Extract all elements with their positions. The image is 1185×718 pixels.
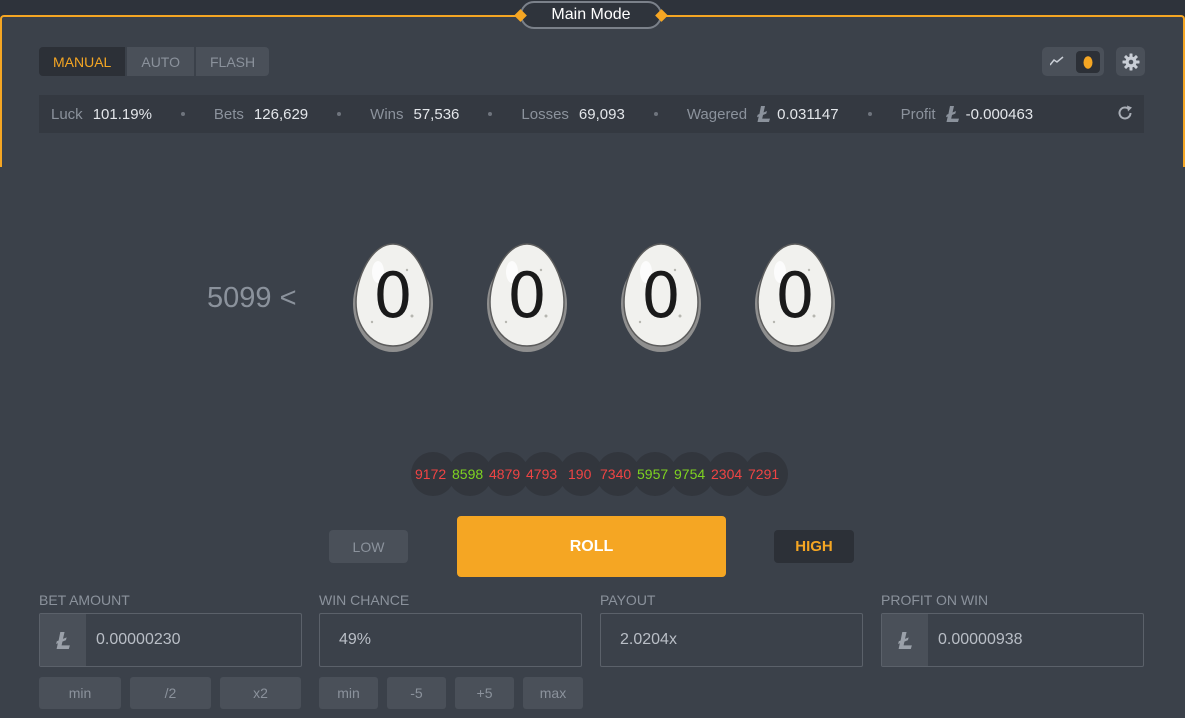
field-label: PAYOUT xyxy=(600,592,656,608)
mode-title: Main Mode xyxy=(514,1,668,29)
stat-label: Wins xyxy=(370,105,404,123)
separator xyxy=(488,112,493,116)
chance-plus-five-button[interactable]: +5 xyxy=(455,677,514,709)
bet-amount-input[interactable]: 0.00000230 xyxy=(39,613,302,667)
payout-group: PAYOUT 2.0204x xyxy=(600,592,863,667)
stat-value: 57,536 xyxy=(413,105,460,123)
chance-max-button[interactable]: max xyxy=(523,677,583,709)
litecoin-icon xyxy=(40,614,86,666)
stat-luck: Luck 101.19% xyxy=(51,106,152,123)
profit-on-win-input[interactable]: 0.00000938 xyxy=(881,613,1144,667)
egg-digit-1: 0 xyxy=(352,242,434,354)
win-chance-input[interactable]: 49% xyxy=(319,613,582,667)
stat-value: 126,629 xyxy=(253,105,309,123)
gear-icon xyxy=(1122,53,1139,70)
egg-digit-3: 0 xyxy=(620,242,702,354)
bet-min-button[interactable]: min xyxy=(39,677,121,709)
bet-double-button[interactable]: x2 xyxy=(220,677,301,709)
win-chance-buttons: min -5 +5 max xyxy=(319,677,592,709)
egg-icon xyxy=(1083,55,1093,69)
mode-tabs: MANUAL AUTO FLASH xyxy=(39,47,271,76)
chart-line-icon[interactable] xyxy=(1049,53,1064,71)
egg-digit-4: 0 xyxy=(754,242,836,354)
chance-min-button[interactable]: min xyxy=(319,677,378,709)
payout-input[interactable]: 2.0204x xyxy=(600,613,863,667)
stat-bets: Bets 126,629 xyxy=(214,106,308,123)
low-button[interactable]: LOW xyxy=(329,530,408,563)
separator xyxy=(180,112,185,116)
mode-title-text: Main Mode xyxy=(551,6,631,23)
field-label: PROFIT ON WIN xyxy=(881,592,989,608)
egg-digit: 0 xyxy=(507,259,547,332)
chance-minus-five-button[interactable]: -5 xyxy=(387,677,446,709)
refresh-icon[interactable] xyxy=(1116,104,1134,126)
bet-half-button[interactable]: /2 xyxy=(130,677,211,709)
field-label: WIN CHANCE xyxy=(319,592,410,608)
history-item: 7291 xyxy=(744,452,788,496)
litecoin-icon xyxy=(945,106,960,122)
stat-wins: Wins 57,536 xyxy=(370,106,459,123)
tab-manual[interactable]: MANUAL xyxy=(39,47,126,76)
stats-bar: Luck 101.19% Bets 126,629 Wins 57,536 Lo… xyxy=(39,95,1144,133)
separator xyxy=(653,112,658,116)
bet-amount-buttons: min /2 x2 xyxy=(39,677,310,709)
egg-digit: 0 xyxy=(373,259,413,332)
stat-label: Losses xyxy=(521,105,569,123)
stat-label: Profit xyxy=(900,105,936,123)
roll-threshold: 5099 < xyxy=(207,282,297,314)
separator xyxy=(867,112,872,116)
stat-value: 101.19% xyxy=(92,105,152,123)
litecoin-icon xyxy=(882,614,928,666)
stat-value: -0.000463 xyxy=(965,105,1034,123)
stat-value: 69,093 xyxy=(578,105,625,123)
stat-label: Luck xyxy=(51,105,83,123)
roll-button[interactable]: ROLL xyxy=(457,516,726,577)
egg-display: 0 0 0 0 xyxy=(352,242,836,354)
profit-on-win-group: PROFIT ON WIN 0.00000938 xyxy=(881,592,1144,667)
field-value: 2.0204x xyxy=(620,631,677,648)
field-value: 49% xyxy=(339,631,372,648)
stat-wagered: Wagered 0.031147 xyxy=(687,106,839,123)
bet-amount-group: BET AMOUNT 0.00000230 xyxy=(39,592,302,667)
settings-button[interactable] xyxy=(1116,47,1145,76)
field-value: 0.00000230 xyxy=(96,631,181,648)
egg-digit: 0 xyxy=(641,259,681,332)
stat-value: 0.031147 xyxy=(777,105,839,123)
stat-losses: Losses 69,093 xyxy=(521,106,624,123)
field-label: BET AMOUNT xyxy=(39,592,130,608)
litecoin-icon xyxy=(757,106,771,122)
high-button[interactable]: HIGH xyxy=(774,530,854,563)
tab-auto[interactable]: AUTO xyxy=(127,47,194,76)
stat-profit: Profit -0.000463 xyxy=(901,106,1034,123)
stat-label: Bets xyxy=(213,105,244,123)
view-toggle[interactable] xyxy=(1042,47,1104,76)
egg-digit: 0 xyxy=(775,259,815,332)
toolbar xyxy=(1042,47,1145,76)
tab-flash[interactable]: FLASH xyxy=(196,47,270,76)
field-value: 0.00000938 xyxy=(938,631,1023,648)
separator xyxy=(337,112,342,116)
win-chance-group: WIN CHANCE 49% xyxy=(319,592,582,667)
stat-label: Wagered xyxy=(686,105,748,123)
egg-mode-button[interactable] xyxy=(1076,50,1100,73)
egg-digit-2: 0 xyxy=(486,242,568,354)
roll-history: 9172 8598 4879 4793 190 7340 5957 9754 2… xyxy=(411,452,788,496)
